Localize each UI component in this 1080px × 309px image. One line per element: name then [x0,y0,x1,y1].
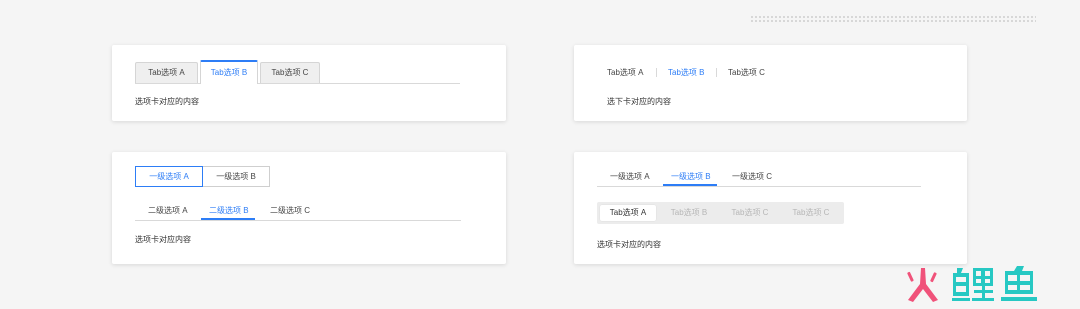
segmented-tab-group: Tab选项 A Tab选项 B Tab选项 C Tab选项 C [597,202,844,224]
boxed-tab-bar: Tab选项 A Tab选项 B Tab选项 C [135,60,460,84]
watermark-logo [907,266,1037,302]
level1-tab-b[interactable]: 一级选项 B [202,166,270,187]
tab-content: 选项卡对应内容 [135,235,191,244]
decorative-dot-pattern [750,15,1036,23]
segment-tab-c[interactable]: Tab选项 C [722,205,778,221]
card-boxed-tabs: Tab选项 A Tab选项 B Tab选项 C 选项卡对应的内容 [112,45,506,121]
active-tab-indicator [663,184,717,186]
tab-a[interactable]: Tab选项 A [607,67,643,78]
tab-b[interactable]: Tab选项 B [200,60,258,84]
segment-tab-a[interactable]: Tab选项 A [600,205,656,221]
tab-separator [656,68,657,77]
tab-a[interactable]: Tab选项 A [135,62,198,83]
tab-content: 选项卡对应的内容 [135,97,199,106]
tab-separator [716,68,717,77]
level1-tab-a[interactable]: 一级选项 A [610,171,650,182]
card-underline-pill-tabs: 一级选项 A 一级选项 B 一级选项 C Tab选项 A Tab选项 B Tab… [574,152,967,264]
tab-b[interactable]: Tab选项 B [668,67,704,78]
card-text-tabs: Tab选项 A Tab选项 B Tab选项 C 选下卡对应的内容 [574,45,967,121]
level1-tab-a[interactable]: 一级选项 A [135,166,203,187]
level2-tab-a[interactable]: 二级选项 A [148,205,188,216]
tab-content: 选下卡对应的内容 [607,97,671,106]
tab-content: 选项卡对应的内容 [597,240,661,249]
segment-tab-b[interactable]: Tab选项 B [661,205,717,221]
level2-tab-c[interactable]: 二级选项 C [270,205,310,216]
level1-tab-c[interactable]: 一级选项 C [732,171,772,182]
level2-tab-b[interactable]: 二级选项 B [209,205,249,216]
card-two-level-tabs: 一级选项 A 一级选项 B 二级选项 A 二级选项 B 二级选项 C 选项卡对应… [112,152,506,264]
segment-tab-c-duplicate[interactable]: Tab选项 C [783,205,839,221]
tab-bar-divider [135,220,461,221]
tab-c[interactable]: Tab选项 C [260,62,320,83]
tab-c[interactable]: Tab选项 C [728,67,765,78]
level1-tab-b[interactable]: 一级选项 B [671,171,711,182]
active-tab-indicator [201,218,255,220]
tab-bar-divider [597,186,921,187]
